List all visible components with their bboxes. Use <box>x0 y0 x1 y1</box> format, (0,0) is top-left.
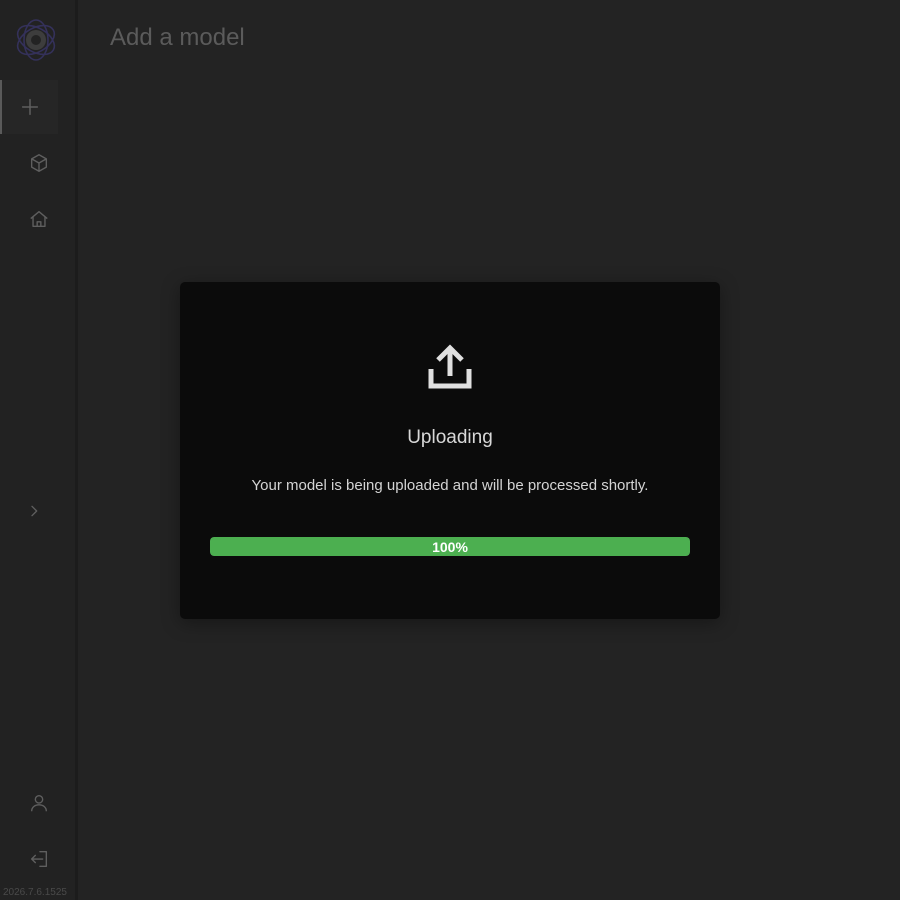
progress-label: 100% <box>432 538 468 555</box>
dialog-message: Your model is being uploaded and will be… <box>251 477 649 494</box>
upload-icon <box>427 344 473 392</box>
page-title: Add a model <box>110 24 245 51</box>
upload-dialog: Uploading Your model is being uploaded a… <box>180 282 720 619</box>
logout-icon <box>30 850 48 868</box>
app-version: 2026.7.6.1525 <box>3 887 67 898</box>
sidebar-item-models[interactable] <box>10 136 68 190</box>
sidebar-expand-button[interactable] <box>24 500 44 522</box>
chevron-right-icon <box>31 505 38 517</box>
cube-icon <box>30 154 48 172</box>
user-icon <box>30 794 48 812</box>
dialog-title: Uploading <box>407 427 493 448</box>
sidebar: 2026.7.6.1525 <box>0 0 78 900</box>
app-logo-icon[interactable] <box>14 18 58 62</box>
sidebar-item-add-model[interactable] <box>0 80 58 134</box>
upload-progress-bar: 100% <box>210 537 690 556</box>
app-root: 2026.7.6.1525 Add a model Uploading Your… <box>0 0 900 900</box>
home-icon <box>30 210 48 228</box>
sidebar-item-home[interactable] <box>10 192 68 246</box>
sidebar-item-profile[interactable] <box>10 776 68 830</box>
sidebar-item-logout[interactable] <box>10 832 68 886</box>
plus-icon <box>21 98 39 116</box>
